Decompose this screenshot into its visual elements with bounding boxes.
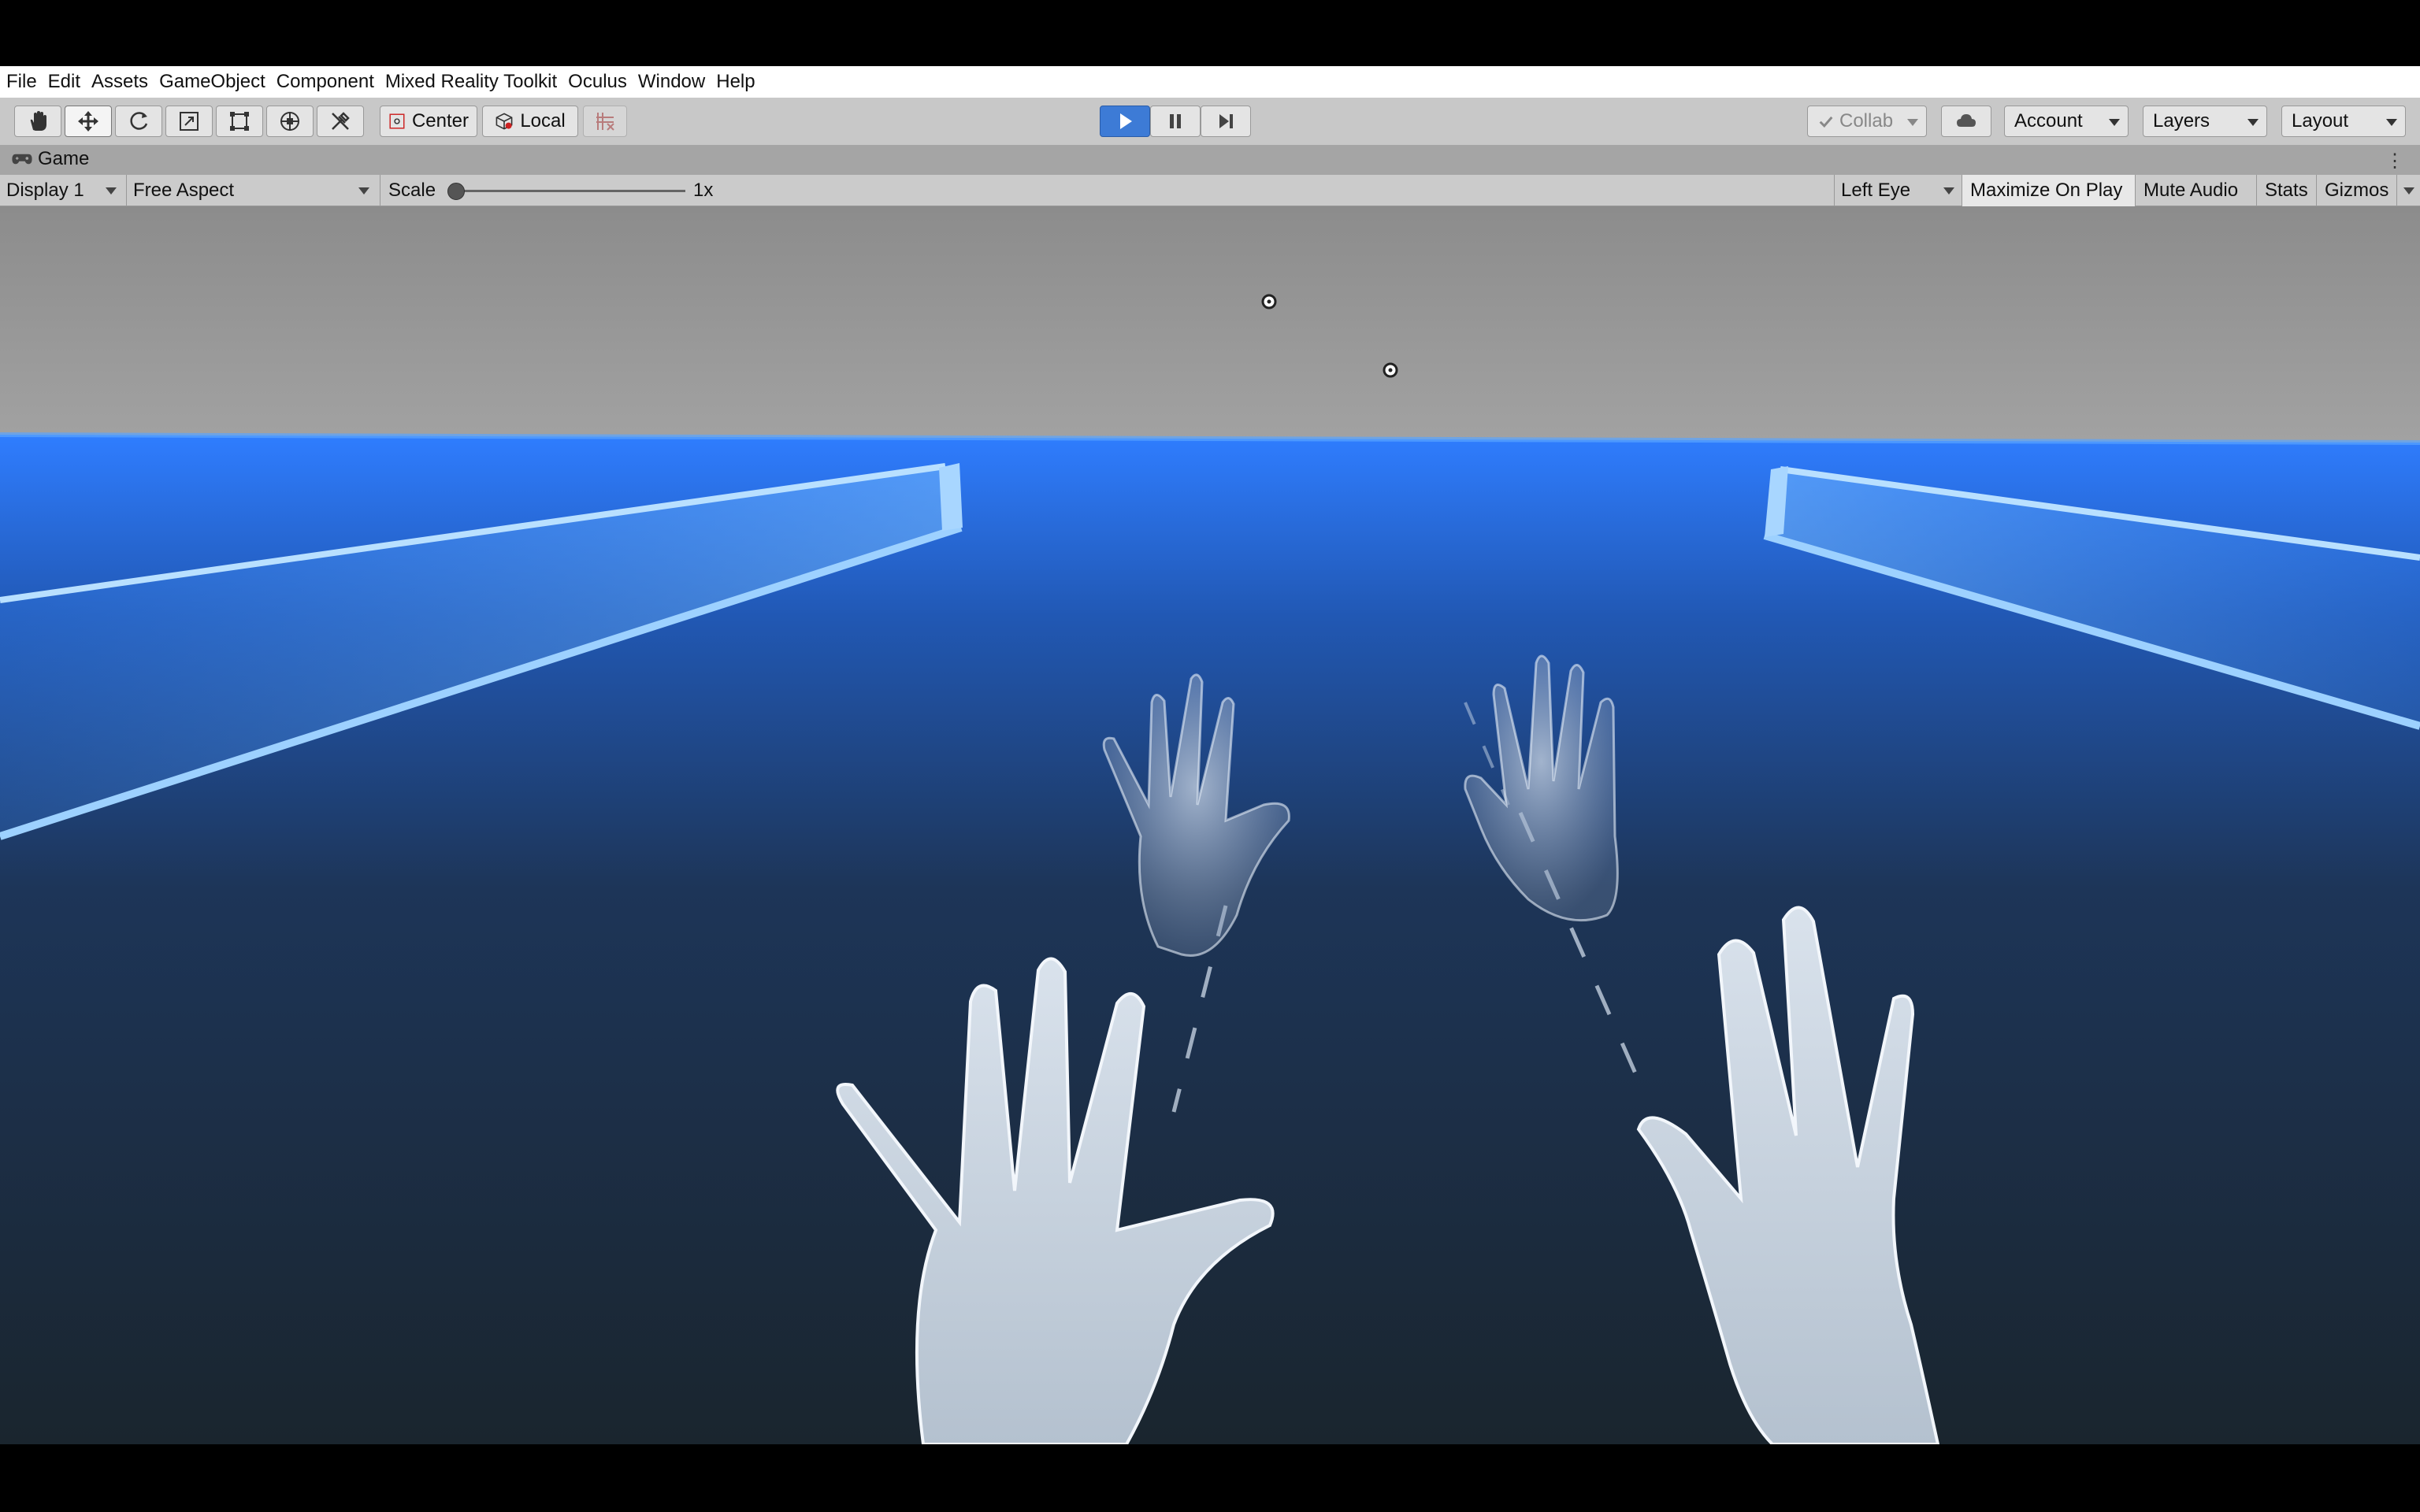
menu-file[interactable]: File — [6, 71, 37, 93]
chevron-down-icon — [2247, 119, 2259, 126]
menu-help[interactable]: Help — [716, 71, 755, 93]
play-button[interactable] — [1100, 106, 1150, 137]
grid-snap-icon — [596, 113, 614, 131]
rotate-tool-icon — [130, 112, 148, 130]
chevron-down-icon — [1943, 187, 1954, 195]
chevron-down-icon — [2403, 187, 2414, 195]
menu-bar: File Edit Assets GameObject Component Mi… — [0, 66, 2420, 98]
cloud-icon — [1957, 114, 1976, 127]
gizmos-dropdown[interactable] — [2396, 175, 2420, 206]
snap-increment-button[interactable] — [583, 106, 627, 137]
scale-value: 1x — [693, 180, 714, 201]
maximize-on-play-label: Maximize On Play — [1970, 180, 2123, 201]
pointer-cursor-left — [1261, 294, 1277, 309]
menu-window[interactable]: Window — [638, 71, 705, 93]
gizmos-toggle[interactable]: Gizmos — [2316, 175, 2396, 206]
pivot-center-icon — [389, 113, 405, 129]
game-view-controls: Display 1 Free Aspect Scale 1x Left Eye … — [0, 175, 2420, 206]
chevron-down-icon — [1907, 119, 1918, 126]
eye-dropdown[interactable]: Left Eye — [1834, 175, 1960, 206]
play-icon — [1120, 113, 1132, 129]
scene-render — [0, 206, 2420, 1444]
main-toolbar: Center Local Collab Account Layers Layou… — [0, 98, 2420, 145]
rect-tool-icon — [230, 112, 249, 131]
gizmos-label: Gizmos — [2325, 180, 2389, 201]
move-tool-button[interactable] — [65, 106, 112, 137]
account-label: Account — [2014, 110, 2083, 132]
maximize-on-play-toggle[interactable]: Maximize On Play — [1962, 175, 2135, 206]
chevron-down-icon — [2386, 119, 2397, 126]
account-dropdown[interactable]: Account — [2004, 106, 2129, 137]
sky-background — [0, 206, 2420, 443]
window-bottom-border — [0, 1444, 2420, 1512]
menu-edit[interactable]: Edit — [48, 71, 80, 93]
stats-label: Stats — [2265, 180, 2308, 201]
layout-label: Layout — [2292, 110, 2349, 132]
custom-tool-button[interactable] — [317, 106, 364, 137]
tab-game[interactable]: Game — [11, 148, 89, 170]
pause-button[interactable] — [1150, 106, 1201, 137]
menu-mixed-reality-toolkit[interactable]: Mixed Reality Toolkit — [385, 71, 557, 93]
scale-slider-handle[interactable] — [447, 183, 465, 200]
menu-assets[interactable]: Assets — [91, 71, 148, 93]
pivot-space-button[interactable]: Local — [482, 106, 578, 137]
game-viewport[interactable] — [0, 206, 2420, 1444]
rect-tool-button[interactable] — [216, 106, 263, 137]
hand-tool-button[interactable] — [14, 106, 61, 137]
layers-dropdown[interactable]: Layers — [2143, 106, 2267, 137]
pivot-mode-button[interactable]: Center — [380, 106, 477, 137]
chevron-down-icon — [358, 187, 369, 195]
scale-slider-track[interactable] — [457, 190, 685, 192]
gamepad-icon — [12, 154, 32, 165]
pause-icon — [1170, 114, 1181, 128]
chevron-down-icon — [106, 187, 117, 195]
tab-game-label: Game — [38, 148, 90, 169]
layout-dropdown[interactable]: Layout — [2281, 106, 2406, 137]
local-space-icon — [496, 113, 513, 130]
scale-tool-button[interactable] — [165, 106, 213, 137]
move-tool-icon — [78, 111, 98, 132]
pivot-space-label: Local — [520, 110, 566, 132]
more-options-icon[interactable]: ⋮ — [2385, 150, 2404, 172]
mute-audio-toggle[interactable]: Mute Audio — [2135, 175, 2256, 206]
custom-tool-icon — [332, 112, 350, 130]
checkmark-icon — [1819, 116, 1833, 128]
menu-component[interactable]: Component — [277, 71, 374, 93]
scale-label: Scale — [388, 180, 436, 201]
chevron-down-icon — [2109, 119, 2120, 126]
stats-toggle[interactable]: Stats — [2256, 175, 2316, 206]
display-label: Display 1 — [6, 180, 84, 201]
step-button[interactable] — [1201, 106, 1251, 137]
pivot-mode-label: Center — [411, 110, 469, 132]
step-icon — [1219, 114, 1233, 128]
scale-value-wrap: 1x — [693, 175, 740, 206]
game-tab-bar: Game ⋮ — [0, 145, 2420, 175]
collab-dropdown[interactable]: Collab — [1807, 106, 1927, 137]
hand-tool-icon — [30, 111, 46, 131]
layers-label: Layers — [2153, 110, 2210, 132]
display-dropdown[interactable]: Display 1 — [0, 175, 124, 206]
pointer-cursor-right — [1383, 362, 1398, 378]
transform-tool-button[interactable] — [266, 106, 314, 137]
menu-gameobject[interactable]: GameObject — [159, 71, 265, 93]
window-top-border — [0, 0, 2420, 66]
scale-tool-icon — [180, 112, 199, 131]
mute-audio-label: Mute Audio — [2143, 180, 2239, 201]
transform-tool-icon — [280, 112, 299, 131]
aspect-dropdown[interactable]: Free Aspect — [126, 175, 378, 206]
eye-label: Left Eye — [1841, 180, 1911, 201]
cloud-services-button[interactable] — [1941, 106, 1991, 137]
aspect-label: Free Aspect — [133, 180, 235, 201]
menu-oculus[interactable]: Oculus — [568, 71, 627, 93]
rotate-tool-button[interactable] — [115, 106, 162, 137]
collab-label: Collab — [1839, 110, 1894, 132]
